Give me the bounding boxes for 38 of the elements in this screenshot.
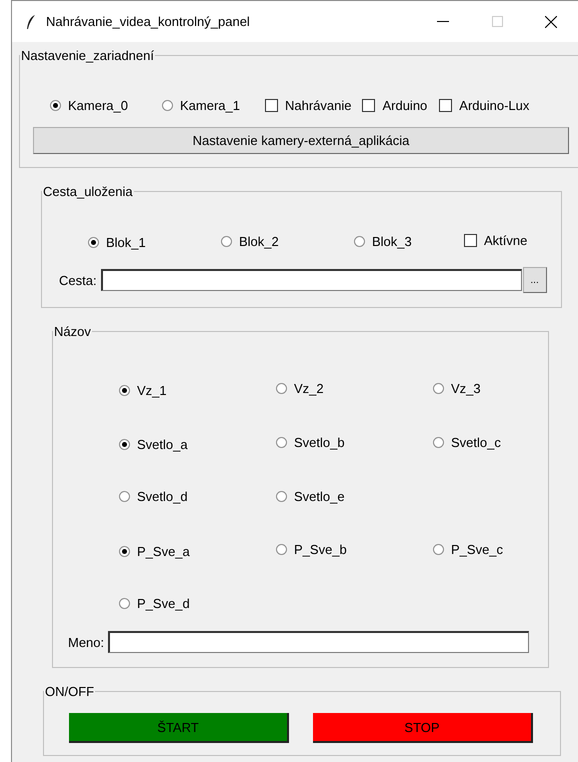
path-input-field[interactable]	[100, 269, 522, 291]
minimize-icon	[437, 20, 449, 22]
frame-title: Cesta_uloženia	[42, 184, 134, 199]
radio-button[interactable]: P_Sve_a	[119, 544, 190, 559]
radio-button[interactable]: Kamera_1	[162, 98, 240, 113]
radio-button[interactable]: Svetlo_e	[276, 489, 345, 504]
radio-button[interactable]: Svetlo_d	[119, 489, 188, 504]
radio-button[interactable]: P_Sve_d	[119, 596, 190, 611]
checkbox[interactable]: Arduino-Lux	[439, 98, 530, 113]
frame-title: Názov	[53, 324, 92, 339]
path-label: Cesta:	[59, 272, 97, 288]
radio-button[interactable]: P_Sve_c	[433, 542, 504, 557]
radio-button[interactable]: Kamera_0	[50, 98, 128, 113]
radio-button[interactable]: P_Sve_b	[276, 542, 347, 557]
radio-button[interactable]: Vz_2	[276, 381, 324, 396]
radio-button[interactable]: Vz_3	[433, 381, 481, 396]
radio-button[interactable]: Svetlo_b	[276, 435, 345, 450]
close-icon	[545, 16, 557, 28]
radio-button[interactable]: Svetlo_a	[119, 437, 188, 452]
radio-button[interactable]: Vz_1	[119, 383, 167, 398]
camera-settings-button[interactable]: Nastavenie kamery-externá_aplikácia	[33, 127, 569, 154]
radio-button[interactable]: Svetlo_c	[433, 435, 501, 450]
control-button[interactable]: ŠTART	[69, 713, 289, 743]
browse-button[interactable]: ...	[522, 267, 547, 293]
checkbox[interactable]: Nahrávanie	[264, 98, 352, 113]
window-title: Nahrávanie_videa_kontrolný_panel	[46, 14, 251, 29]
feather-icon	[26, 14, 36, 30]
radio-button[interactable]: Blok_1	[88, 235, 146, 250]
checkbox[interactable]: Arduino	[362, 98, 428, 113]
frame-title: Nastavenie_zariadnení	[20, 48, 155, 63]
name-input-field[interactable]	[108, 631, 530, 653]
radio-button[interactable]: Blok_3	[354, 234, 412, 248]
control-button[interactable]: STOP	[313, 713, 533, 743]
name-label: Meno:	[68, 634, 104, 650]
checkbox[interactable]: Aktívne	[464, 233, 528, 248]
maximize-icon	[492, 16, 502, 27]
frame-title: ON/OFF	[44, 684, 96, 699]
radio-button[interactable]: Blok_2	[221, 234, 279, 248]
